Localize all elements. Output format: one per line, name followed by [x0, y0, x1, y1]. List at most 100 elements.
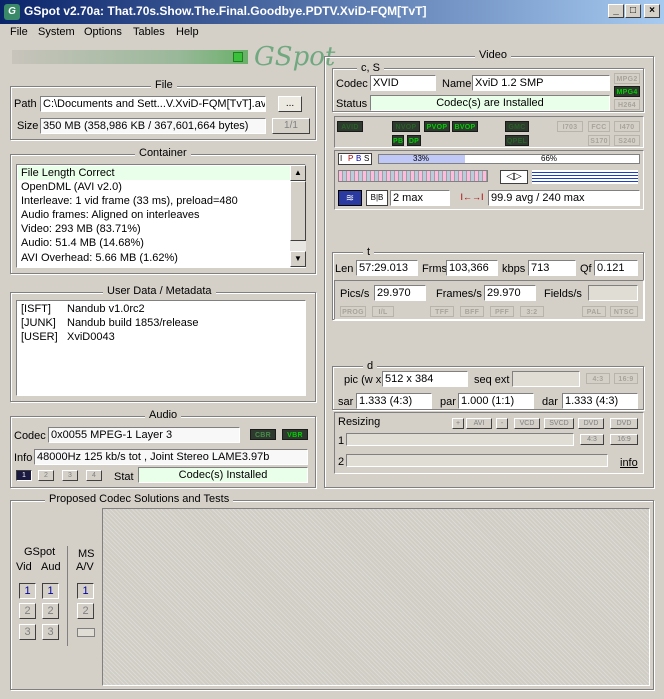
gspot-aud-2-button[interactable]: 2 [42, 603, 59, 619]
container-line: Audio: 51.4 MB (14.68%) [21, 237, 144, 249]
flag-led: QPEL [505, 135, 529, 146]
menu-options[interactable]: Options [84, 26, 122, 38]
vid-col-label: Vid [16, 561, 32, 573]
minimize-button[interactable]: _ [608, 4, 624, 18]
file-counter[interactable]: 1/1 [272, 118, 310, 134]
proposed-solutions-area[interactable] [102, 508, 650, 686]
flag-led: I470 [614, 121, 640, 132]
resize-minus-button[interactable]: - [496, 418, 508, 429]
gspot-aud-3-button[interactable]: 3 [42, 624, 59, 640]
video-name-label: Name [442, 78, 472, 90]
audio-group-title: Audio [145, 409, 182, 421]
frames-field: 29.970 [484, 285, 536, 301]
frms-field: 103,366 [446, 260, 498, 276]
resize-169-button[interactable]: 16:9 [610, 434, 638, 445]
bframe-lines-icon [532, 170, 638, 184]
scroll-thumb[interactable] [290, 181, 306, 241]
window-title: GSpot v2.70a: That.70s.Show.The.Final.Go… [24, 4, 427, 18]
aspect-169-led: 16:9 [614, 373, 638, 384]
d-subgroup-title: d [363, 360, 378, 372]
prog-led: PROG [340, 306, 366, 317]
gspot-aud-1-button[interactable]: 1 [42, 583, 59, 599]
audio-stream-1-button[interactable]: 1 [16, 470, 32, 481]
resize-dvd2-button[interactable]: DVD [610, 418, 638, 429]
resize-row-1-label: 1 [338, 435, 345, 447]
frame-type-i: I [340, 154, 343, 163]
info-link[interactable]: info [620, 457, 638, 469]
gspot-vid-2-button[interactable]: 2 [19, 603, 36, 619]
resizing-label: Resizing [338, 416, 381, 428]
ms-av-1-button[interactable]: 1 [77, 583, 94, 599]
audio-stream-2-button[interactable]: 2 [38, 470, 54, 481]
sar-field: 1.333 (4:3) [356, 393, 432, 409]
flag-led: FCC [588, 121, 610, 132]
path-label: Path [14, 98, 37, 110]
menu-tables[interactable]: Tables [133, 26, 165, 38]
frame-type-p: P [348, 154, 354, 163]
container-scrollbar[interactable]: ▲ ▼ [290, 165, 306, 267]
flag-led: AVID [337, 121, 363, 132]
ntsc-led: NTSC [610, 306, 638, 317]
len-field: 57:29.013 [356, 260, 418, 276]
flag-led: S170 [588, 135, 610, 146]
audio-stream-4-button[interactable]: 4 [86, 470, 102, 481]
il-led: I/L [372, 306, 394, 317]
flag-led: I703 [557, 121, 583, 132]
qf-label: Qf [580, 263, 592, 275]
bitrate-icon: I←→I [460, 192, 484, 202]
container-listbox[interactable]: File Length Correct OpenDML (AVI v2.0) I… [16, 164, 306, 268]
resize-svcd-button[interactable]: SVCD [544, 418, 574, 429]
gspot-vid-3-button[interactable]: 3 [19, 624, 36, 640]
flag-led: PVOP [424, 121, 450, 132]
gspot-col-label: GSpot [24, 546, 56, 558]
aspect-43-led: 4:3 [586, 373, 610, 384]
menu-help[interactable]: Help [176, 26, 199, 38]
resize-dvd-button[interactable]: DVD [578, 418, 604, 429]
frame-nav-icon[interactable]: ◁▷ [500, 170, 528, 184]
resize-row-2-label: 2 [338, 456, 345, 468]
scroll-down-arrow-icon[interactable]: ▼ [290, 251, 306, 267]
audio-stream-3-button[interactable]: 3 [62, 470, 78, 481]
metadata-value: Nandub v1.0rc2 [67, 303, 145, 315]
gop-pct-b: 66% [541, 154, 558, 163]
metadata-listbox[interactable]: [ISFT] Nandub v1.0rc2 [JUNK] Nandub buil… [16, 300, 306, 396]
resize-plus-button[interactable]: + [452, 418, 464, 429]
pal-led: PAL [582, 306, 606, 317]
audio-stat-field: Codec(s) Installed [138, 467, 308, 483]
pic-field: 512 x 384 [382, 371, 468, 387]
audio-info-field: 48000Hz 125 kb/s tot , Joint Stereo LAME… [34, 449, 308, 465]
ms-av-3-slot [77, 628, 95, 637]
close-button[interactable]: × [644, 4, 660, 18]
container-group-title: Container [135, 147, 191, 159]
container-line: Interleave: 1 vid frame (33 ms), preload… [21, 195, 238, 207]
menu-system[interactable]: System [38, 26, 75, 38]
proposed-group-title: Proposed Codec Solutions and Tests [45, 493, 234, 505]
maximize-button[interactable]: □ [625, 4, 641, 18]
ms-av-2-button[interactable]: 2 [77, 603, 94, 619]
container-line: AVI Overhead: 5.66 MB (1.62%) [21, 252, 178, 264]
video-group-title: Video [475, 49, 511, 61]
qf-field: 0.121 [594, 260, 638, 276]
file-group-title: File [151, 79, 177, 91]
video-codec-label: Codec [336, 78, 368, 90]
container-line: Video: 293 MB (83.71%) [21, 223, 141, 235]
gspot-vid-1-button[interactable]: 1 [19, 583, 36, 599]
len-label: Len [335, 263, 354, 275]
metadata-tag: [USER] [21, 331, 58, 343]
title-bar[interactable]: G GSpot v2.70a: That.70s.Show.The.Final.… [0, 0, 664, 24]
bitrate-field: 99.9 avg / 240 max [488, 190, 640, 206]
resize-row-1-field [346, 433, 574, 446]
gop-ratio-bar: 33% 66% [378, 154, 640, 164]
flag-led: NVOP [392, 121, 420, 132]
menu-file[interactable]: File [10, 26, 28, 38]
path-field[interactable]: C:\Documents and Sett...V.XviD-FQM[TvT].… [40, 96, 266, 112]
browse-button[interactable]: ... [278, 96, 302, 112]
resize-43-button[interactable]: 4:3 [580, 434, 604, 445]
scroll-up-arrow-icon[interactable]: ▲ [290, 165, 306, 181]
pics-field: 29.970 [374, 285, 426, 301]
audio-info-label: Info [14, 452, 33, 464]
app-icon: G [4, 4, 20, 20]
32-led: 3:2 [520, 306, 544, 317]
resize-avi-button[interactable]: AVI [466, 418, 492, 429]
resize-vcd-button[interactable]: VCD [514, 418, 540, 429]
